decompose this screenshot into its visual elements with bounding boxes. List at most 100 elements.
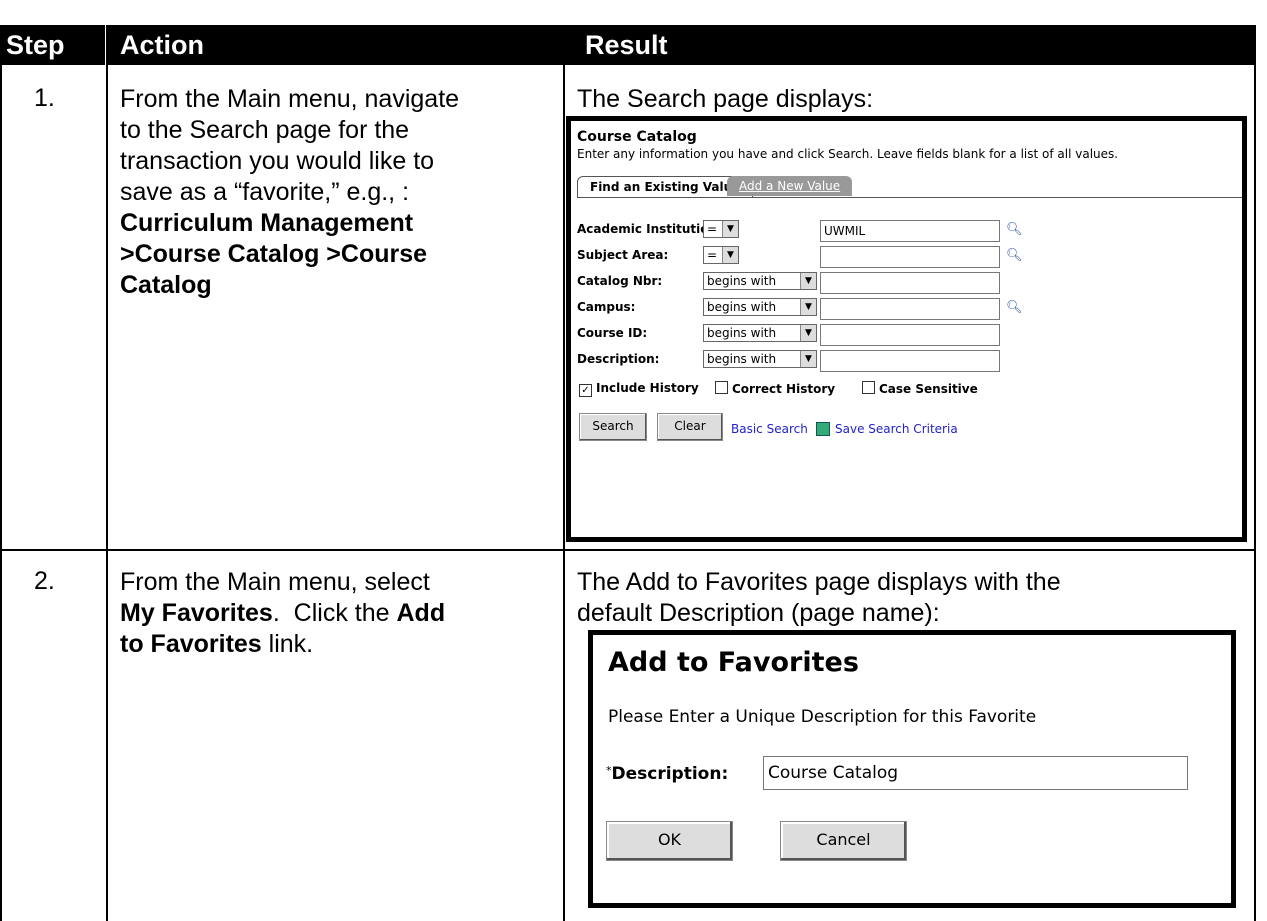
field-row: Catalog Nbr: begins with ▼ bbox=[577, 272, 1242, 294]
clear-button[interactable]: Clear bbox=[657, 413, 723, 441]
chevron-down-icon: ▼ bbox=[722, 247, 738, 263]
row1-result: The Search page displays: bbox=[577, 85, 874, 113]
add-favorites-screenshot: Add to Favorites Please Enter a Unique D… bbox=[588, 630, 1236, 908]
to-favorites-ref: to Favorites bbox=[120, 630, 262, 658]
tab-add-new[interactable]: Add a New Value bbox=[727, 176, 853, 196]
row1-menu-path: >Course Catalog >Course bbox=[120, 240, 428, 268]
field-input[interactable] bbox=[820, 324, 1000, 346]
description-label-text: Description: bbox=[611, 764, 729, 784]
field-label: Subject Area: bbox=[577, 248, 669, 262]
row2-action-line: My Favorites. Click the Add bbox=[120, 598, 445, 629]
row1-action-line: save as a “favorite,” e.g., : bbox=[120, 178, 410, 206]
row2-action-line: From the Main menu, select bbox=[120, 568, 430, 596]
field-input[interactable] bbox=[820, 298, 1000, 320]
checkmark-icon: ✓ bbox=[579, 384, 592, 397]
header-action: Action bbox=[120, 30, 204, 60]
save-search-criteria-link[interactable]: Save Search Criteria bbox=[835, 422, 958, 436]
magnifier-icon[interactable]: 🔍︎ bbox=[1006, 222, 1023, 237]
row1-menu-path: Catalog bbox=[120, 271, 212, 299]
include-history-checkbox[interactable]: ✓ Include History bbox=[579, 381, 699, 397]
action-text: . Click the bbox=[272, 599, 397, 627]
operator-value: = bbox=[707, 248, 718, 262]
row1-menu-path: Curriculum Management bbox=[120, 209, 414, 237]
table-header: Step Action Result bbox=[0, 25, 1256, 65]
chevron-down-icon: ▼ bbox=[800, 299, 816, 315]
header-result: Result bbox=[585, 30, 668, 60]
checkbox-label: Case Sensitive bbox=[879, 382, 978, 396]
description-input[interactable]: Course Catalog bbox=[763, 756, 1188, 790]
my-favorites-ref: My Favorites bbox=[120, 599, 273, 627]
row2-action-line: to Favorites link. bbox=[120, 629, 445, 660]
search-instructions: Enter any information you have and click… bbox=[577, 147, 1119, 161]
table-divider-action bbox=[563, 65, 565, 921]
field-label: Description: bbox=[577, 352, 660, 366]
row1-action-line: From the Main menu, navigate bbox=[120, 85, 460, 113]
document-page: Step Action Result 1. From the Main menu… bbox=[0, 0, 1267, 921]
case-sensitive-checkbox[interactable]: Case Sensitive bbox=[862, 381, 978, 396]
favorites-message: Please Enter a Unique Description for th… bbox=[608, 707, 1037, 727]
field-label: Course ID: bbox=[577, 326, 648, 340]
search-page-title: Course Catalog bbox=[577, 129, 697, 145]
checkbox-label: Correct History bbox=[732, 382, 836, 396]
description-label: *Description: bbox=[606, 764, 728, 784]
row1-action-line: to the Search page for the bbox=[120, 116, 410, 144]
field-input[interactable] bbox=[820, 272, 1000, 294]
checkbox-label: Include History bbox=[596, 381, 699, 395]
field-row: Campus: begins with ▼ 🔍︎ bbox=[577, 298, 1242, 320]
row2-action: From the Main menu, select My Favorites.… bbox=[120, 567, 445, 660]
row1-action-line: transaction you would like to bbox=[120, 147, 435, 175]
cancel-button[interactable]: Cancel bbox=[780, 821, 907, 861]
operator-select[interactable]: = ▼ bbox=[703, 220, 739, 238]
basic-search-link[interactable]: Basic Search bbox=[731, 422, 808, 436]
magnifier-icon[interactable]: 🔍︎ bbox=[1006, 248, 1023, 263]
field-input[interactable] bbox=[820, 350, 1000, 372]
floppy-icon bbox=[816, 422, 830, 436]
table-border-left bbox=[0, 65, 2, 921]
operator-value: = bbox=[707, 222, 718, 236]
operator-value: begins with bbox=[707, 300, 777, 314]
field-row: Subject Area: = ▼ 🔍︎ bbox=[577, 246, 1242, 268]
operator-select[interactable]: begins with ▼ bbox=[703, 350, 817, 368]
chevron-down-icon: ▼ bbox=[800, 351, 816, 367]
correct-history-checkbox[interactable]: Correct History bbox=[715, 381, 835, 396]
search-tabs: Find an Existing Value Add a New Value bbox=[577, 176, 1242, 198]
row2-result-line: The Add to Favorites page displays with … bbox=[577, 568, 1061, 596]
field-input[interactable] bbox=[820, 246, 1000, 268]
field-row: Description: begins with ▼ bbox=[577, 350, 1242, 372]
field-label: Campus: bbox=[577, 300, 636, 314]
row1-step: 1. bbox=[34, 84, 55, 112]
table-divider-step bbox=[106, 65, 108, 921]
operator-value: begins with bbox=[707, 352, 777, 366]
operator-value: begins with bbox=[707, 326, 777, 340]
magnifier-icon[interactable]: 🔍︎ bbox=[1006, 300, 1023, 315]
search-page-screenshot: Course Catalog Enter any information you… bbox=[566, 116, 1247, 542]
operator-select[interactable]: begins with ▼ bbox=[703, 298, 817, 316]
row2-step: 2. bbox=[34, 567, 55, 595]
field-row: Course ID: begins with ▼ bbox=[577, 324, 1242, 346]
chevron-down-icon: ▼ bbox=[722, 221, 738, 237]
tab-underline bbox=[577, 197, 1242, 198]
ok-button[interactable]: OK bbox=[606, 821, 733, 861]
add-ref: Add bbox=[396, 599, 446, 627]
field-input[interactable]: UWMIL bbox=[820, 220, 1000, 242]
row2-result-line: default Description (page name): bbox=[577, 599, 940, 627]
search-button[interactable]: Search bbox=[579, 413, 647, 441]
row1-action: From the Main menu, navigate to the Sear… bbox=[120, 84, 459, 301]
operator-select[interactable]: = ▼ bbox=[703, 246, 739, 264]
action-text: link. bbox=[261, 630, 314, 658]
header-divider bbox=[105, 25, 106, 65]
header-step: Step bbox=[6, 30, 65, 60]
operator-select[interactable]: begins with ▼ bbox=[703, 272, 817, 290]
field-row: Academic Institution: = ▼ UWMIL 🔍︎ bbox=[577, 220, 1242, 242]
field-label: Catalog Nbr: bbox=[577, 274, 663, 288]
checkbox-box bbox=[862, 381, 875, 394]
operator-select[interactable]: begins with ▼ bbox=[703, 324, 817, 342]
table-border-right bbox=[1254, 65, 1256, 921]
field-label: Academic Institution: bbox=[577, 222, 722, 236]
row2-result: The Add to Favorites page displays with … bbox=[577, 567, 1061, 629]
row-divider bbox=[0, 549, 1256, 551]
operator-value: begins with bbox=[707, 274, 777, 288]
chevron-down-icon: ▼ bbox=[800, 273, 816, 289]
checkbox-box bbox=[715, 381, 728, 394]
chevron-down-icon: ▼ bbox=[800, 325, 816, 341]
